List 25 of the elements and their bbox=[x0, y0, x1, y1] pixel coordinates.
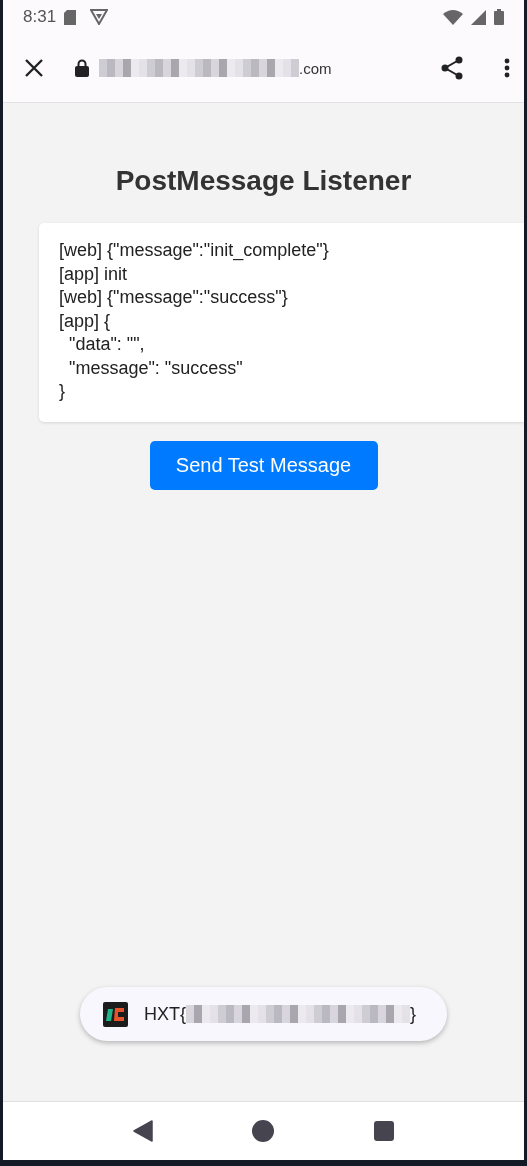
log-line: } bbox=[59, 380, 66, 403]
log-line: [web] {"message":"init_complete"} bbox=[59, 239, 330, 263]
signal-icon bbox=[471, 9, 486, 25]
app-logo-icon bbox=[103, 1001, 128, 1027]
toast-text-end: } bbox=[410, 1003, 417, 1025]
battery-icon bbox=[494, 9, 504, 25]
log-line: [web] {"message":"success"} bbox=[59, 286, 289, 309]
status-time: 8:31 bbox=[23, 7, 57, 27]
close-icon[interactable] bbox=[25, 59, 43, 77]
log-line: "data": "", bbox=[68, 333, 146, 356]
log-line: [app] init bbox=[59, 262, 129, 286]
more-icon[interactable] bbox=[504, 58, 510, 78]
back-icon[interactable] bbox=[132, 1120, 153, 1142]
sd-card-icon bbox=[64, 9, 77, 25]
toast-text-start: HXT{ bbox=[144, 1003, 186, 1025]
home-icon[interactable] bbox=[252, 1120, 275, 1142]
share-icon[interactable] bbox=[440, 56, 464, 80]
log-line: [app] { bbox=[59, 309, 112, 333]
page-title: PostMessage Listener bbox=[115, 165, 412, 197]
wifi-icon bbox=[443, 9, 463, 25]
lock-icon bbox=[75, 59, 89, 77]
send-test-message-button[interactable]: Send Test Message bbox=[149, 440, 378, 490]
url-text[interactable]: .com bbox=[299, 59, 332, 77]
recents-icon[interactable] bbox=[374, 1121, 395, 1141]
log-line: "message": "success" bbox=[68, 356, 244, 380]
